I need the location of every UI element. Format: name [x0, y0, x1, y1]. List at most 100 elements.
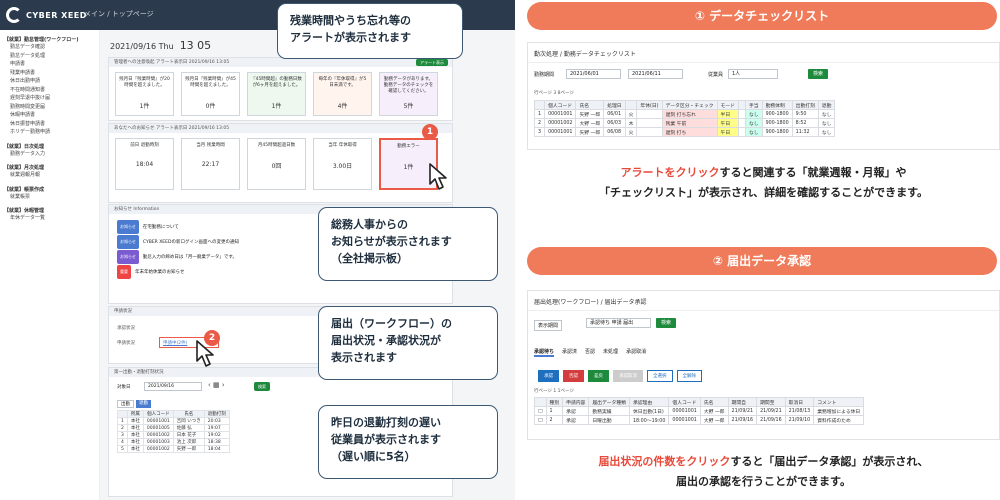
table-header[interactable]: 退勤打刻: [203, 410, 230, 418]
alert-card[interactable]: 毎年の『年休取得』が5日未満です。 4件: [313, 72, 372, 116]
sidebar-item[interactable]: ホリデー勤務申請: [0, 128, 99, 137]
approval-tab[interactable]: 承認取消: [626, 348, 646, 357]
table-header[interactable]: 承認理由: [628, 397, 670, 407]
approval-actions: 承認 否認 差戻 承認取消 全選択 全解除: [538, 370, 702, 382]
table-header[interactable]: 所属: [126, 410, 144, 418]
sidebar-item[interactable]: 就業週報月報: [0, 171, 99, 180]
table-header[interactable]: 年休(日): [636, 100, 663, 110]
tab-clockout[interactable]: 退勤: [136, 400, 151, 408]
table-header[interactable]: [624, 100, 638, 110]
table-row[interactable]: 1 00001001 矢野 一郎 06/01 火遅刻 打ち忘れ 半日 なし 900-1800 9…: [533, 109, 836, 119]
date-nav[interactable]: ‹ ▦ ›: [208, 381, 225, 389]
self-card[interactable]: 月45時間超過日数 0回: [247, 138, 306, 190]
table-row[interactable]: 2 00001002 大野 一郎 06/03 木残業 午前 午日 なし 900-1800 8:5…: [533, 118, 836, 128]
table-header[interactable]: 申請内容: [562, 397, 590, 407]
table-header[interactable]: 届出データ種類: [588, 397, 630, 407]
table-header[interactable]: 出勤打刻: [791, 100, 819, 110]
period-to-input[interactable]: 2021/06/11: [628, 69, 683, 79]
table-row[interactable]: 4 本社 00001003 池上 次郎 18:38: [117, 438, 230, 446]
approval-action-button[interactable]: 全解除: [676, 370, 702, 382]
alert-card[interactable]: 残月日『残業時間』が45時間を超えました。 0件: [181, 72, 240, 116]
approval-tab[interactable]: 否認: [585, 348, 595, 357]
table-row[interactable]: 3 00001001 矢野 一郎 06/08 火遅刻 打ち 午日 なし 900-1800 11:…: [533, 127, 836, 137]
row-checkbox[interactable]: □: [534, 406, 547, 416]
info-text: 勤怠入力の締め日は「月一廃業データ」です。: [142, 255, 237, 260]
table-header[interactable]: 氏名: [575, 100, 605, 110]
approval-action-button[interactable]: 差戻: [588, 370, 609, 382]
self-card[interactable]: 当年 年休取得 3.00日: [313, 138, 372, 190]
sidebar-group[interactable]: 【就業】休暇管理: [0, 207, 99, 214]
sidebar-group[interactable]: 【就業】帳票作成: [0, 186, 99, 193]
sidebar-item[interactable]: 勤怠データ確認: [0, 43, 99, 52]
sidebar-item[interactable]: 年休データ一覧: [0, 214, 99, 223]
table-header[interactable]: 個人コード: [142, 410, 174, 418]
sidebar-group[interactable]: 【就業】日次処理: [0, 143, 99, 150]
approval-action-button[interactable]: 全選択: [647, 370, 673, 382]
table-header[interactable]: [533, 100, 546, 110]
approval-action-button[interactable]: 承認取消: [613, 370, 643, 382]
table-header[interactable]: データ区分・チェック: [661, 100, 718, 110]
table-header[interactable]: 取消日: [784, 397, 815, 407]
late-search-button[interactable]: 検索: [254, 382, 270, 391]
sidebar-item[interactable]: 休日出勤申請: [0, 77, 99, 86]
table-row[interactable]: □ 2 承認 日曜出勤 18:00～19:00 00001001 大野 一郎 21/09/16…: [534, 415, 865, 425]
table-cell: [636, 118, 663, 128]
table-header[interactable]: 期間自: [727, 397, 758, 407]
table-header[interactable]: [737, 100, 746, 110]
table-cell: 4: [117, 438, 128, 446]
sidebar-item[interactable]: 休日振替申請書: [0, 120, 99, 129]
approval-tab[interactable]: 承認済: [562, 348, 577, 357]
sidebar-item[interactable]: 残業申請書: [0, 69, 99, 78]
table-row[interactable]: 1 本社 00001001 吉岡 いつき 20:03: [117, 417, 230, 425]
approval-action-button[interactable]: 承認: [538, 370, 559, 382]
approval-tab[interactable]: 未処理: [603, 348, 618, 357]
alert-card[interactable]: 『45時間超』の勤務日数が6ヶ月を超えました。 1件: [247, 72, 306, 116]
alert-card[interactable]: 勤務データがあります。勤務データのチェックを確認してください。 5件: [379, 72, 438, 116]
sidebar-item[interactable]: 勤務データ入力: [0, 150, 99, 159]
late-date-input[interactable]: 2021/09/16: [144, 382, 202, 391]
callout-alert: 残業時間やうち忘れ等の アラートが表示されます: [277, 3, 463, 59]
self-card-label: 前日 退勤時刻: [130, 143, 159, 148]
self-card[interactable]: 当月 残業時間 22:17: [181, 138, 240, 190]
table-row[interactable]: 5 本社 00001002 矢野 一郎 18:04: [117, 445, 230, 453]
table-header[interactable]: 勤務体制: [761, 100, 793, 110]
sidebar-item[interactable]: 不在時間通知書: [0, 86, 99, 95]
approval-action-button[interactable]: 否認: [563, 370, 584, 382]
alert-show-button[interactable]: アラート表示: [416, 59, 448, 66]
self-card-value: 0回: [271, 163, 282, 170]
table-header[interactable]: 個人コード: [544, 100, 577, 110]
table-row[interactable]: □ 1 承認 勤務実績 休日出勤(1日) 00001001 大野 一郎 21/09/21 21/…: [534, 406, 865, 416]
table-header[interactable]: 個人コード: [668, 397, 701, 407]
sidebar-item[interactable]: 勤怠データ処理: [0, 52, 99, 61]
period-from-input[interactable]: 2021/06/01: [566, 69, 621, 79]
table-header[interactable]: 手当: [744, 100, 763, 110]
sidebar-item[interactable]: 勤務時間変更届: [0, 103, 99, 112]
table-header[interactable]: 氏名: [699, 397, 729, 407]
sidebar-item[interactable]: 休暇申請書: [0, 111, 99, 120]
sidebar-item[interactable]: 就業帳票: [0, 193, 99, 202]
checklist-search-button[interactable]: 検索: [808, 69, 829, 79]
sidebar-item[interactable]: 遅刻早退中抜け届: [0, 94, 99, 103]
table-cell: 休日出勤(1日): [628, 406, 670, 416]
sidebar-item[interactable]: 申請書: [0, 60, 99, 69]
sidebar-group[interactable]: 【就業】勤怠管理(ワークフロー): [0, 36, 99, 43]
table-header[interactable]: 氏名: [172, 410, 205, 418]
tab-clockin[interactable]: 出勤: [117, 400, 134, 408]
table-row[interactable]: 3 本社 00001002 日本 花子 19:02: [117, 431, 230, 439]
table-header[interactable]: 処理日: [603, 100, 626, 110]
table-cell: なし: [744, 127, 763, 137]
approval-tab[interactable]: 承認待ち: [534, 348, 555, 357]
approval-search-button[interactable]: 検索: [656, 318, 677, 328]
alert-card[interactable]: 残月日『残業時間』が20時間を超えました。 1件: [115, 72, 174, 116]
table-row[interactable]: 2 本社 00001005 佐藤 弘 19:07: [117, 424, 230, 432]
employee-input[interactable]: 1人: [728, 69, 778, 79]
table-header[interactable]: モード: [716, 100, 739, 110]
table-header[interactable]: コメント: [813, 397, 865, 407]
approval-filter-select[interactable]: 承認待ち 申請 届出: [586, 318, 651, 328]
table-header[interactable]: 退勤: [817, 100, 836, 110]
self-card[interactable]: 前日 退勤時刻 18:04: [115, 138, 174, 190]
sidebar-group[interactable]: 【就業】月次処理: [0, 164, 99, 171]
table-header[interactable]: 種別: [545, 397, 564, 407]
row-checkbox[interactable]: □: [534, 415, 547, 425]
table-header[interactable]: 期間至: [756, 397, 786, 407]
